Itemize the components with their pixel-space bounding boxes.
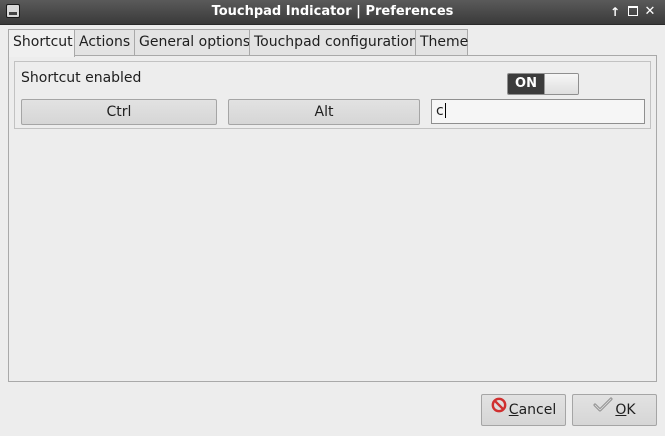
shortcut-key-input[interactable]: c xyxy=(431,99,645,124)
ok-mnemonic: O xyxy=(615,402,627,418)
cancel-label: ancel xyxy=(518,402,557,418)
switch-state-label: ON xyxy=(508,74,544,94)
shortcut-enabled-switch[interactable]: ON xyxy=(507,73,579,95)
text-caret xyxy=(444,102,446,118)
ok-label: K xyxy=(626,402,636,418)
tab-touchpad-configuration[interactable]: Touchpad configuration xyxy=(249,29,418,55)
shade-up-icon[interactable]: ↑ xyxy=(606,2,624,22)
shortcut-panel: Shortcut enabled ON Ctrl Alt c xyxy=(8,55,657,382)
shortcut-key-value: c xyxy=(436,103,444,119)
tab-general-options[interactable]: General options xyxy=(134,29,250,55)
cancel-mnemonic: C xyxy=(508,402,519,418)
alt-modifier-button[interactable]: Alt xyxy=(228,99,420,125)
maximize-button[interactable] xyxy=(624,2,642,22)
ctrl-modifier-button[interactable]: Ctrl xyxy=(21,99,217,125)
ok-button[interactable]: OK xyxy=(572,394,657,426)
tab-shortcut[interactable]: Shortcut xyxy=(8,29,75,57)
shortcut-frame: Shortcut enabled ON Ctrl Alt c xyxy=(14,61,651,129)
preferences-window: Touchpad Indicator | Preferences ↑ ✕ Sho… xyxy=(0,0,665,436)
tab-theme[interactable]: Theme xyxy=(415,29,468,55)
cancel-button[interactable]: Cancel xyxy=(481,394,566,426)
title-bar[interactable]: Touchpad Indicator | Preferences ↑ ✕ xyxy=(0,0,665,25)
window-title: Touchpad Indicator | Preferences xyxy=(211,4,454,19)
cancel-icon xyxy=(491,394,507,424)
close-button[interactable]: ✕ xyxy=(641,2,659,22)
maximize-icon xyxy=(628,6,638,16)
switch-knob[interactable] xyxy=(544,74,578,94)
tab-actions[interactable]: Actions xyxy=(74,29,137,55)
shortcut-enabled-label: Shortcut enabled xyxy=(21,70,142,86)
checkmark-icon xyxy=(593,394,613,424)
